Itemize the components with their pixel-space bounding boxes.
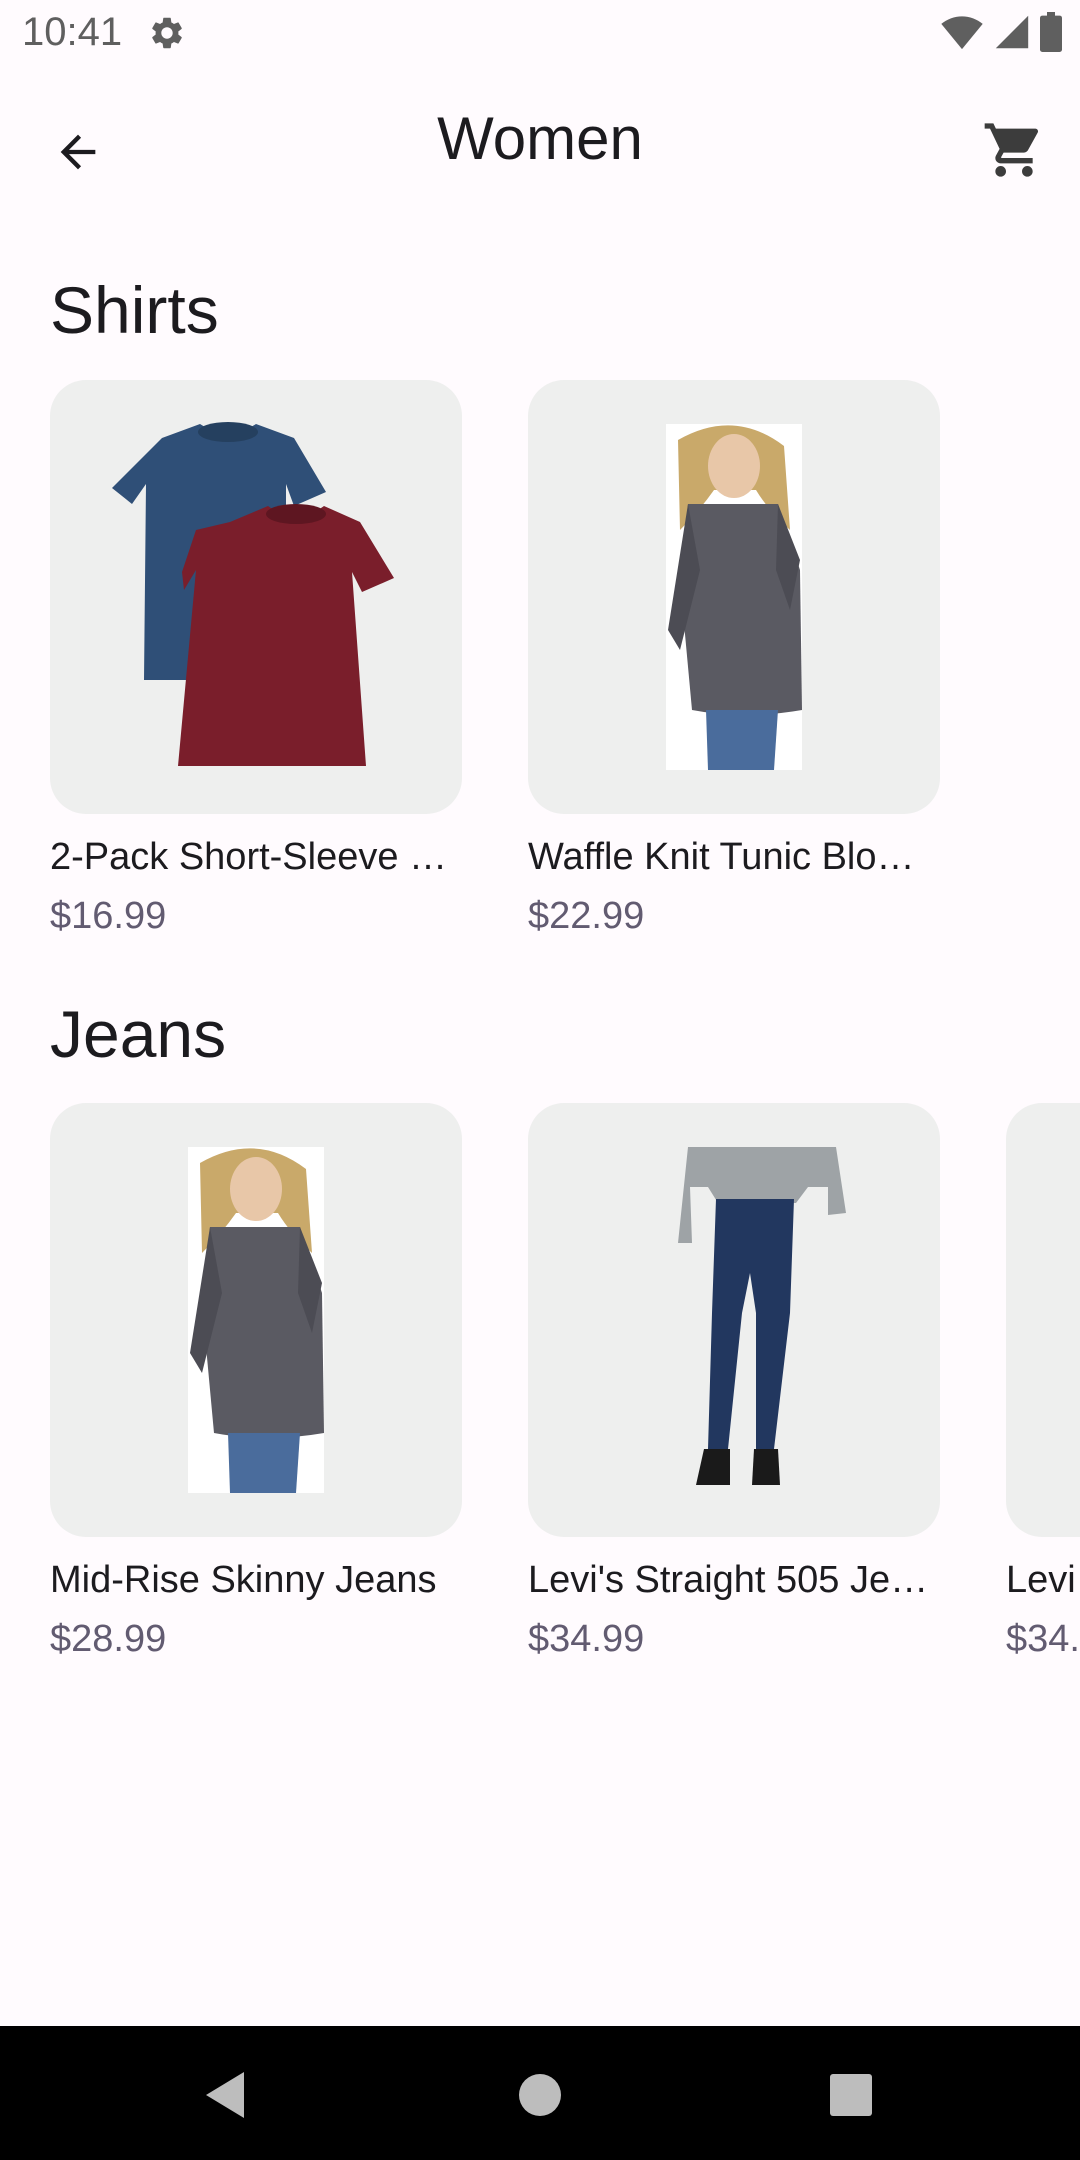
product-row-shirts[interactable]: 2-Pack Short-Sleeve … $16.99 Waffle Knit… — [0, 380, 1080, 940]
wifi-icon — [940, 14, 984, 55]
page-title: Women — [437, 105, 643, 172]
shopping-cart-icon — [984, 123, 1039, 177]
product-name: Mid-Rise Skinny Jeans — [50, 1559, 437, 1601]
cart-button[interactable] — [970, 106, 1058, 194]
section-title-jeans: Jeans — [50, 997, 227, 1071]
product-image — [1006, 1103, 1080, 1537]
product-name: Levi's Straight 505 Je… — [528, 1559, 929, 1601]
nav-back-button[interactable] — [180, 2050, 270, 2140]
system-nav-bar — [0, 2026, 1080, 2160]
nav-recents-icon — [830, 2074, 872, 2116]
battery-icon — [1040, 11, 1062, 57]
product-name: 2-Pack Short-Sleeve … — [50, 836, 448, 878]
product-image — [528, 1103, 940, 1537]
nav-recents-button[interactable] — [806, 2050, 896, 2140]
status-bar: 10:41 — [0, 0, 1080, 66]
product-card[interactable]: Waffle Knit Tunic Blo… $22.99 — [528, 380, 940, 938]
product-image — [50, 1103, 462, 1537]
product-card[interactable]: 2-Pack Short-Sleeve … $16.99 — [50, 380, 462, 938]
status-time: 10:41 — [22, 10, 123, 54]
screen: 10:41 Women Shirts 2-Pack Short-Sleeve …… — [0, 0, 1080, 2160]
nav-back-icon — [206, 2072, 244, 2118]
settings-gear-icon — [148, 14, 186, 52]
status-icons — [940, 11, 1062, 57]
product-row-jeans[interactable]: Mid-Rise Skinny Jeans $28.99 Levi's Stra… — [0, 1103, 1080, 1663]
product-card[interactable]: Levi $34. — [1006, 1103, 1080, 1661]
nav-home-icon — [519, 2074, 561, 2116]
product-card[interactable]: Mid-Rise Skinny Jeans $28.99 — [50, 1103, 462, 1661]
product-image — [528, 380, 940, 814]
section-title-shirts: Shirts — [50, 273, 219, 347]
product-price: $16.99 — [50, 895, 167, 937]
product-name: Levi — [1006, 1559, 1076, 1601]
product-image — [50, 380, 462, 814]
product-price: $28.99 — [50, 1618, 167, 1660]
product-card[interactable]: Levi's Straight 505 Je… $34.99 — [528, 1103, 940, 1661]
cellular-signal-icon — [994, 14, 1030, 55]
top-app-bar: Women — [0, 66, 1080, 216]
product-price: $34.99 — [528, 1618, 645, 1660]
nav-home-button[interactable] — [495, 2050, 585, 2140]
product-name: Waffle Knit Tunic Blo… — [528, 836, 915, 878]
product-price: $34. — [1006, 1618, 1080, 1660]
product-price: $22.99 — [528, 895, 645, 937]
